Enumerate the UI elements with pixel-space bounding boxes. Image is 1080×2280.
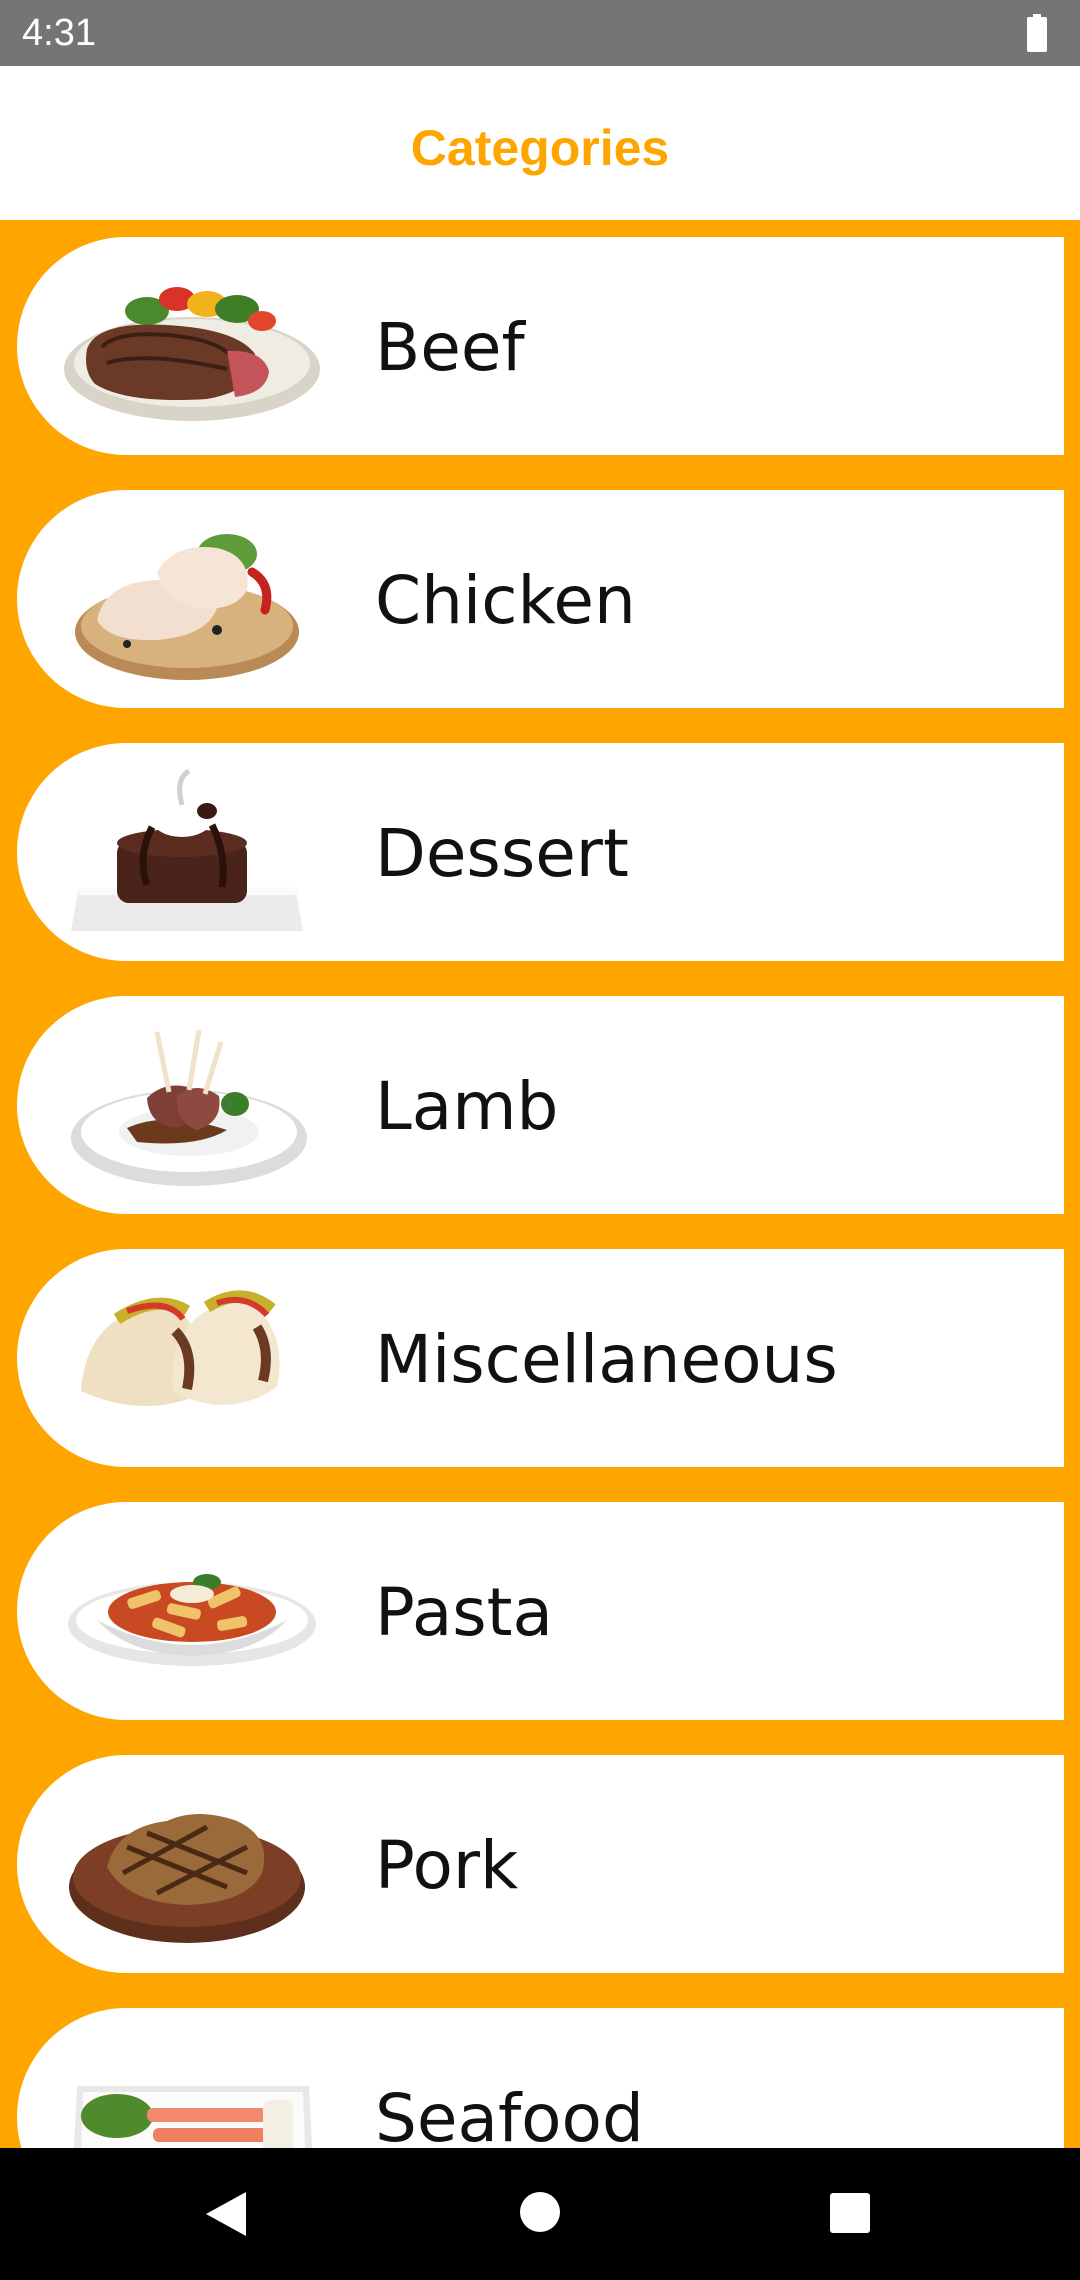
beef-steak-image — [57, 259, 327, 433]
category-label: Miscellaneous — [375, 1321, 838, 1398]
home-icon[interactable] — [518, 2190, 562, 2234]
lamb-chops-image — [57, 1018, 327, 1192]
category-label: Beef — [375, 309, 525, 386]
page-title: Categories — [410, 120, 670, 176]
status-bar: 4:31 — [0, 0, 1080, 66]
category-card-pasta[interactable]: Pasta — [17, 1502, 1064, 1720]
category-label: Chicken — [375, 562, 636, 639]
category-label: Dessert — [375, 815, 629, 892]
chocolate-cake-image — [57, 765, 327, 939]
system-nav-bar — [0, 2148, 1080, 2280]
recents-icon[interactable] — [829, 2192, 871, 2234]
pork-chop-image — [57, 1777, 327, 1951]
category-label: Lamb — [375, 1068, 559, 1145]
category-card-beef[interactable]: Beef — [17, 237, 1064, 455]
category-card-lamb[interactable]: Lamb — [17, 996, 1064, 1214]
penne-pasta-image — [57, 1524, 327, 1698]
category-card-miscellaneous[interactable]: Miscellaneous — [17, 1249, 1064, 1467]
category-card-dessert[interactable]: Dessert — [17, 743, 1064, 961]
app-bar: Categories — [0, 66, 1080, 220]
salmon-plate-image — [57, 2030, 327, 2148]
category-label: Pork — [375, 1827, 519, 1904]
category-card-seafood[interactable]: Seafood — [17, 2008, 1064, 2148]
category-card-pork[interactable]: Pork — [17, 1755, 1064, 1973]
back-icon[interactable] — [202, 2190, 248, 2238]
battery-full-icon — [1027, 14, 1047, 52]
category-label: Pasta — [375, 1574, 553, 1651]
chicken-legs-image — [57, 512, 327, 686]
category-label: Seafood — [375, 2080, 644, 2149]
category-list[interactable]: Beef Chicken Dessert Lamb Miscellaneous … — [0, 220, 1080, 2148]
status-time: 4:31 — [22, 12, 96, 54]
tacos-image — [57, 1271, 327, 1445]
category-card-chicken[interactable]: Chicken — [17, 490, 1064, 708]
